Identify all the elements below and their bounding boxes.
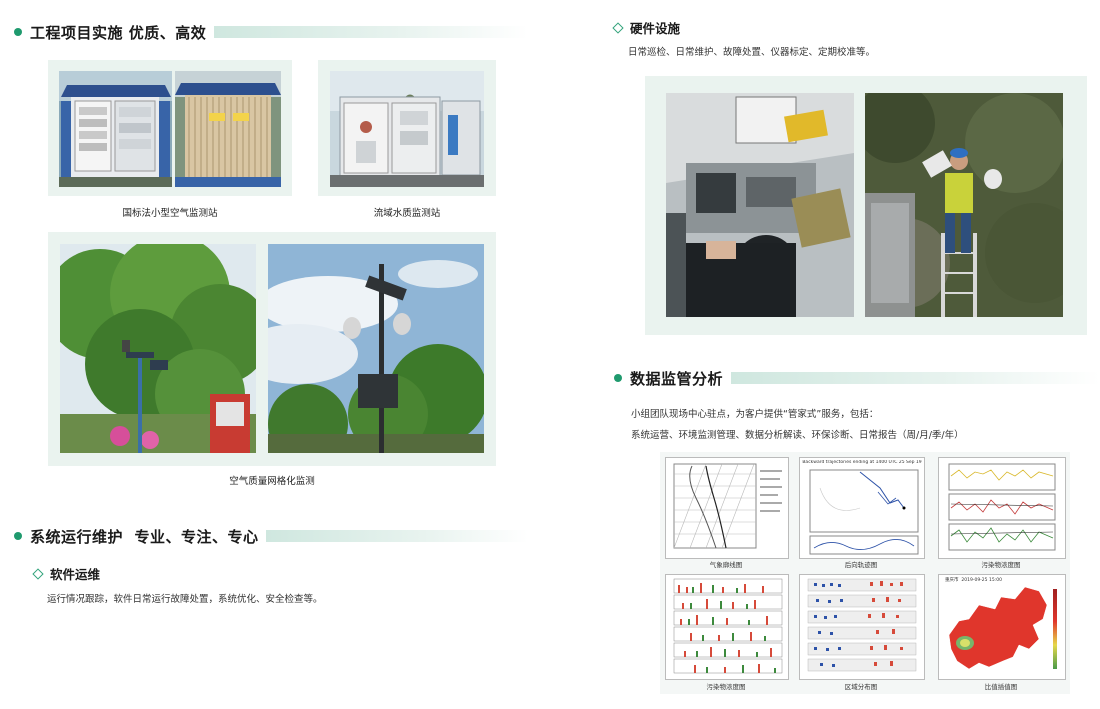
diamond-bullet-icon: [32, 567, 44, 580]
water-station-photo: [330, 71, 484, 187]
water-station-panel: [318, 60, 496, 196]
chart-caption: 污染物浓度图: [981, 561, 1021, 569]
grid-monitoring-panel: [48, 232, 496, 466]
chart-pollutant-lines: [938, 457, 1066, 559]
water-station-caption: 流域水质监测站: [373, 208, 441, 219]
bullet-dot-icon: [614, 374, 622, 382]
hardware-title-text: 硬件设施: [630, 21, 681, 36]
title-underline-bar: [266, 530, 528, 542]
software-ops-desc: 运行情况跟踪，软件日常运行故障处置，系统优化、安全检查等。: [47, 594, 323, 605]
chart-caption: 后向轨迹图: [844, 561, 878, 569]
hardware-panel: [645, 76, 1087, 335]
data-analysis-desc-1: 小组团队现场中心驻点，为客户提供“管家式”服务，包括：: [631, 409, 879, 420]
analysis-charts-panel: 气象廓线图 Backward trajectories ending at 14…: [660, 452, 1070, 694]
air-station-panel: [48, 60, 292, 196]
title-underline-bar: [731, 372, 1100, 384]
air-station-photo-2: [175, 71, 281, 187]
section-title-text: 系统运行维护 专业、专注、专心: [30, 527, 259, 546]
grid-photo-2: [268, 244, 484, 453]
air-station-photo-1: [59, 71, 172, 187]
software-ops-title: 软件运维: [32, 564, 101, 583]
data-analysis-desc-2: 系统运营、环境监测管理、数据分析解读、环保诊断、日常报告（周/月/季/年）: [631, 430, 964, 441]
diamond-bullet-icon: [612, 21, 624, 34]
chart-caption: 气象廓线图: [709, 561, 743, 569]
section-title-text: 数据监管分析: [630, 369, 724, 388]
chart-skewt: [665, 457, 789, 559]
chart-caption: 区域分布图: [844, 683, 878, 691]
chart-pollutant-bars: [665, 574, 789, 680]
section-title-engineering: 工程项目实施 优质、高效: [14, 21, 528, 43]
bullet-dot-icon: [14, 532, 22, 540]
hardware-title: 硬件设施: [612, 18, 681, 37]
chart-caption: 比值插值图: [984, 683, 1018, 691]
chart-interpolation-map: 重庆市 2019-09-25 15:00: [938, 574, 1066, 680]
section-title-maintenance: 系统运行维护 专业、专注、专心: [14, 525, 528, 547]
section-title-text: 工程项目实施 优质、高效: [30, 23, 207, 42]
chart-trajectory: Backward trajectories ending at 1400 UTC…: [799, 457, 925, 559]
software-ops-title-text: 软件运维: [50, 567, 101, 582]
grid-photo-1: [60, 244, 256, 453]
title-underline-bar: [214, 26, 528, 38]
air-station-caption: 国标法小型空气监测站: [122, 208, 218, 219]
grid-caption: 空气质量网格化监测: [229, 476, 315, 487]
bullet-dot-icon: [14, 28, 22, 36]
hardware-photo-1: [666, 93, 854, 317]
hardware-desc: 日常巡检、日常维护、故障处置、仪器标定、定期校准等。: [628, 47, 876, 58]
chart-regional-distribution: [799, 574, 925, 680]
chart-caption: 污染物浓度图: [706, 683, 746, 691]
hardware-photo-2: [865, 93, 1063, 317]
section-title-data-analysis: 数据监管分析: [614, 367, 1100, 389]
